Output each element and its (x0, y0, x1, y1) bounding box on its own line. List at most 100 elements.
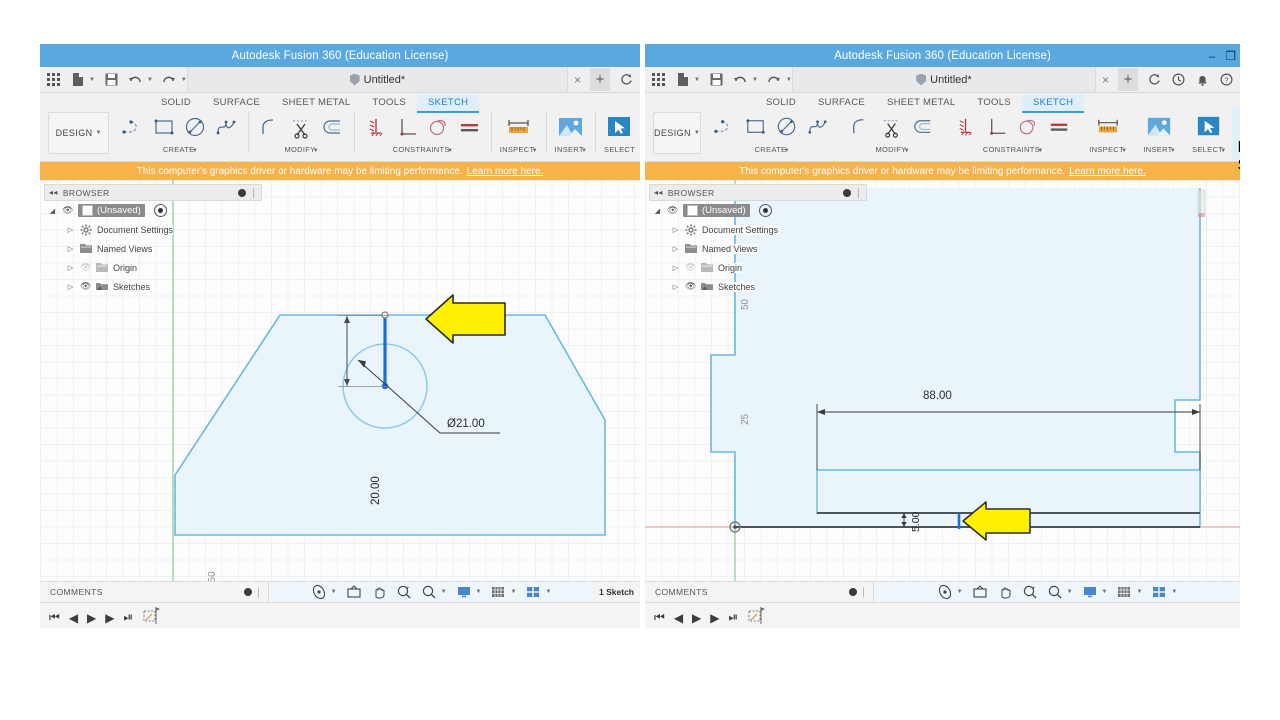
play-icon[interactable]: ▶ (87, 611, 96, 625)
skip-to-end-icon[interactable]: ⏯ (729, 610, 739, 625)
trim-scissors-icon[interactable] (879, 114, 906, 141)
circle-tool-icon[interactable] (774, 114, 801, 141)
root-node[interactable]: (Unsaved) (683, 204, 750, 217)
perpendicular-constraint-icon[interactable] (984, 114, 1011, 141)
circle-tool-icon[interactable] (182, 114, 209, 141)
look-at-icon[interactable] (972, 584, 988, 600)
pan-icon[interactable] (997, 584, 1013, 600)
grid-chevron-down-icon[interactable]: ▼ (510, 589, 516, 595)
notification-bell-icon[interactable] (1195, 72, 1210, 87)
viewports-chevron-down-icon[interactable]: ▼ (545, 589, 551, 595)
pan-icon[interactable] (371, 584, 387, 600)
activate-component-radio[interactable] (758, 204, 772, 217)
comments-options-icon[interactable] (244, 588, 253, 596)
dimension-5[interactable]: 5.00 (910, 512, 922, 532)
grid-apps-icon[interactable] (651, 72, 666, 87)
eye-icon[interactable]: 👁 (62, 205, 73, 216)
dimension-20[interactable]: 20.00 (370, 476, 382, 505)
minimize-icon[interactable]: – (1209, 50, 1216, 62)
warning-learn-more-link[interactable]: Learn more here. (467, 166, 544, 177)
browser-item-document-settings[interactable]: ▷ Document Settings (649, 220, 867, 239)
eye-icon[interactable]: 👁 (685, 281, 696, 292)
redo-icon[interactable] (767, 72, 782, 87)
browser-header[interactable]: ◂◂ BROWSER │ (44, 184, 262, 201)
rectangle-tool-icon[interactable] (151, 114, 178, 141)
comments-resize-handle[interactable]: │ (861, 587, 867, 597)
insert-image-icon[interactable] (555, 112, 586, 143)
skip-to-start-icon[interactable]: ⏮ (49, 610, 60, 625)
design-workspace-button[interactable]: DESIGN ▼ (653, 112, 702, 154)
fix-constraint-icon[interactable] (953, 114, 980, 141)
perpendicular-constraint-icon[interactable] (394, 114, 421, 141)
close-tab-icon[interactable]: × (1102, 73, 1109, 87)
measure-tool-icon[interactable] (503, 112, 534, 143)
browser-item-document-settings[interactable]: ▷ Document Settings (44, 220, 262, 239)
line-tool-icon[interactable] (120, 114, 147, 141)
sketch-timeline-icon[interactable] (142, 605, 164, 628)
eye-icon[interactable]: 👁 (667, 205, 678, 216)
step-back-icon[interactable]: ◀ (674, 611, 683, 625)
modify-chevron-down-icon[interactable]: ▼ (313, 148, 319, 154)
undo-chevron-down-icon[interactable]: ▼ (752, 77, 758, 83)
viewports-icon[interactable] (525, 584, 541, 600)
undo-icon[interactable] (128, 72, 143, 87)
zoom-window-icon[interactable]: + (1022, 584, 1038, 600)
browser-resize-handle[interactable]: │ (251, 188, 257, 198)
refresh-icon[interactable] (1147, 72, 1162, 87)
rectangle-tool-icon[interactable] (743, 114, 770, 141)
comments-resize-handle[interactable]: │ (256, 587, 262, 597)
grid-settings-icon[interactable] (490, 584, 506, 600)
chevron-right-icon[interactable]: ▷ (66, 226, 75, 234)
history-icon[interactable] (1171, 72, 1186, 87)
zoom-icon[interactable] (1047, 584, 1063, 600)
document-tab-right[interactable]: Untitled* (791, 67, 1096, 92)
refresh-icon[interactable] (619, 72, 634, 87)
orbit-chevron-down-icon[interactable]: ▼ (957, 589, 963, 595)
new-file-chevron-down-icon[interactable]: ▼ (89, 77, 95, 83)
offset-tool-icon[interactable] (319, 114, 346, 141)
display-settings-icon[interactable] (1082, 584, 1098, 600)
insert-image-icon[interactable] (1144, 112, 1175, 143)
help-icon[interactable]: ? (1219, 72, 1234, 87)
display-chevron-down-icon[interactable]: ▼ (476, 589, 482, 595)
browser-header[interactable]: ◂◂ BROWSER │ (649, 184, 867, 201)
eye-icon[interactable]: 👁 (80, 262, 91, 273)
orbit-icon[interactable] (311, 584, 327, 600)
redo-icon[interactable] (162, 72, 177, 87)
new-tab-button[interactable]: + (1118, 68, 1138, 91)
create-chevron-down-icon[interactable]: ▼ (784, 148, 790, 154)
zoom-window-icon[interactable]: + (396, 584, 412, 600)
expand-root-icon[interactable]: ◢ (653, 207, 662, 215)
eye-icon[interactable]: 👁 (80, 281, 91, 292)
constraints-chevron-down-icon[interactable]: ▼ (447, 148, 453, 154)
chevron-right-icon[interactable]: ▷ (66, 245, 75, 253)
create-chevron-down-icon[interactable]: ▼ (192, 148, 198, 154)
spline-tool-icon[interactable] (805, 114, 832, 141)
comments-panel-header[interactable]: COMMENTS │ (645, 582, 874, 602)
equal-constraint-icon[interactable] (1046, 114, 1073, 141)
finish-sketch-button[interactable]: FINISH S (1231, 109, 1240, 174)
browser-item-named-views[interactable]: ▷ Named Views (649, 239, 867, 258)
step-back-icon[interactable]: ◀ (69, 611, 78, 625)
orbit-icon[interactable] (937, 584, 953, 600)
select-chevron-down-icon[interactable]: ▼ (1220, 148, 1226, 154)
chevron-right-icon[interactable]: ▷ (671, 264, 680, 272)
spline-tool-icon[interactable] (213, 114, 240, 141)
browser-item-named-views[interactable]: ▷ Named Views (44, 239, 262, 258)
browser-root-row[interactable]: ◢ 👁 (Unsaved) (44, 201, 262, 220)
zoom-icon[interactable] (421, 584, 437, 600)
select-tool-icon[interactable] (604, 112, 635, 143)
zoom-chevron-down-icon[interactable]: ▼ (1067, 589, 1073, 595)
sketch-canvas-left[interactable]: 250 20.00 Ø21.00 ◂◂ BROWSER │ ◢ 👁 (Unsav… (40, 180, 640, 581)
undo-icon[interactable] (733, 72, 748, 87)
fillet-tool-icon[interactable] (257, 114, 284, 141)
trim-scissors-icon[interactable] (288, 114, 315, 141)
new-tab-button[interactable]: + (590, 68, 610, 91)
skip-to-start-icon[interactable]: ⏮ (654, 610, 665, 625)
close-tab-icon[interactable]: × (574, 73, 581, 87)
step-forward-icon[interactable]: ▶ (105, 611, 114, 625)
expand-root-icon[interactable]: ◢ (48, 207, 57, 215)
warning-learn-more-link[interactable]: Learn more here. (1069, 166, 1146, 177)
look-at-icon[interactable] (346, 584, 362, 600)
activate-component-radio[interactable] (153, 204, 167, 217)
